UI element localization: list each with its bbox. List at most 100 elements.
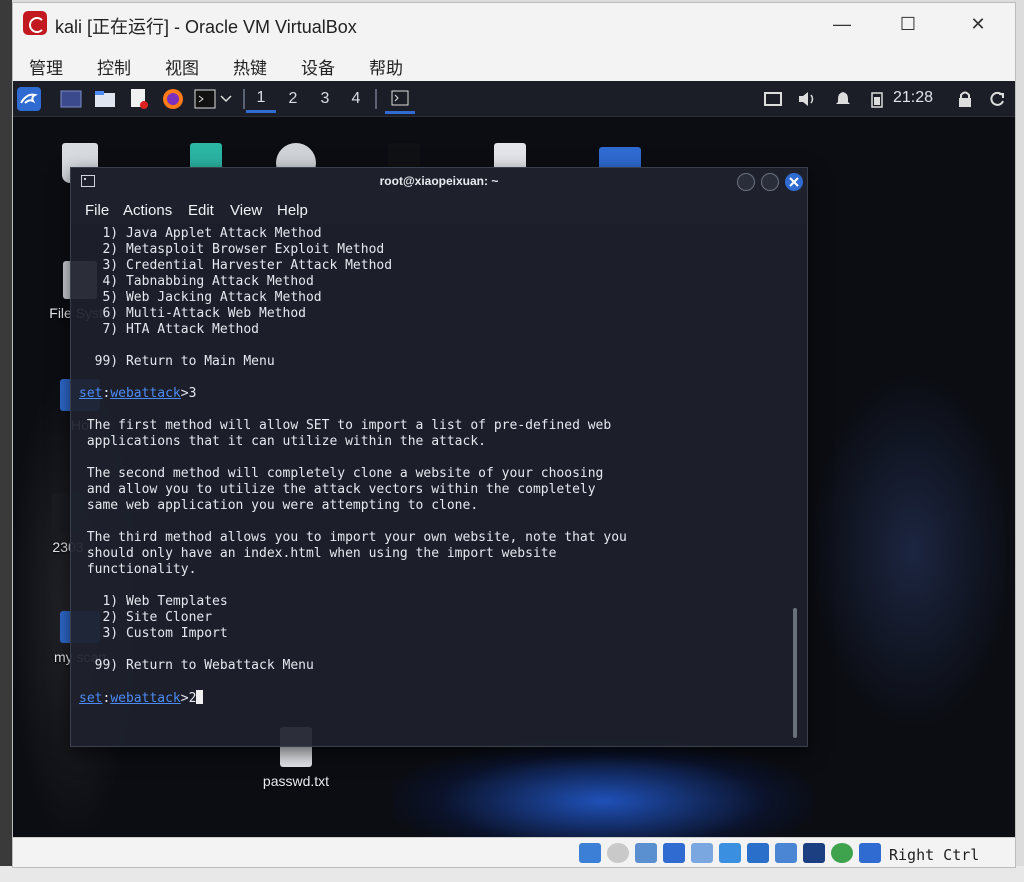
desktop-icon-label: passwd.txt: [262, 773, 330, 789]
kali-top-panel: 1 2 3 4 21:28: [13, 81, 1015, 117]
terminal-line: and allow you to utilize the attack vect…: [79, 482, 596, 497]
recording-status-icon[interactable]: [775, 843, 797, 863]
host-desktop-edge: [0, 0, 12, 882]
workspace-2[interactable]: 2: [278, 85, 308, 113]
close-icon: [789, 177, 799, 187]
terminal-line: 3) Custom Import: [79, 626, 228, 641]
host-desktop-bottom: [0, 866, 1024, 882]
terminal-line: same web application you were attempting…: [79, 498, 479, 513]
volume-icon[interactable]: [795, 87, 819, 111]
workspace-4[interactable]: 4: [341, 85, 371, 113]
guest-screen[interactable]: 1 2 3 4 21:28 File 2303 my passwd.txt ro…: [13, 81, 1015, 837]
terminal-line: The second method will completely clone …: [79, 466, 604, 481]
terminal-line: 2) Metasploit Browser Exploit Method: [79, 242, 385, 257]
workspace-1[interactable]: 1: [246, 85, 276, 113]
maximize-button[interactable]: ☐: [885, 9, 931, 39]
workspace-3[interactable]: 3: [310, 85, 340, 113]
wallpaper-shape: [793, 341, 1015, 761]
terminal-line: 1) Web Templates: [79, 594, 228, 609]
terminal-output[interactable]: 1) Java Applet Attack Method 2) Metasplo…: [79, 226, 791, 742]
optical-drive-status-icon[interactable]: [607, 843, 629, 863]
terminal-prompt: set:webattack>3: [79, 386, 791, 402]
terminal-launcher-icon[interactable]: [193, 87, 217, 111]
terminal-line: 2) Site Cloner: [79, 610, 213, 625]
host-key-label: Right Ctrl: [889, 846, 980, 864]
menu-help[interactable]: 帮助: [369, 54, 403, 79]
menu-devices[interactable]: 设备: [301, 54, 335, 79]
menu-control[interactable]: 控制: [97, 54, 131, 79]
panel-separator: [375, 89, 377, 109]
terminal-close-button[interactable]: [785, 173, 803, 191]
terminal-line: The third method allows you to import yo…: [79, 530, 627, 545]
terminal-line: 6) Multi-Attack Web Method: [79, 306, 306, 321]
terminal-window[interactable]: root@xiaopeixuan: ~ File Actions Edit Vi…: [70, 167, 808, 747]
text-editor-icon[interactable]: [127, 87, 151, 111]
keyboard-capture-status-icon[interactable]: [859, 843, 881, 863]
terminal-line: 3) Credential Harvester Attack Method: [79, 258, 393, 273]
lock-icon[interactable]: [953, 87, 977, 111]
window-titlebar: kali [正在运行] - Oracle VM VirtualBox — ☐ ✕: [13, 3, 1015, 45]
terminal-menu-view[interactable]: View: [230, 202, 262, 219]
usb-status-icon[interactable]: [691, 843, 713, 863]
terminal-line: 99) Return to Main Menu: [79, 354, 275, 369]
file-manager-icon[interactable]: [93, 87, 117, 111]
virtualization-status-icon[interactable]: [803, 843, 825, 863]
panel-separator: [243, 89, 245, 109]
panel-clock[interactable]: 21:28: [893, 89, 933, 107]
terminal-line: 1) Java Applet Attack Method: [79, 226, 322, 241]
terminal-line: The first method will allow SET to impor…: [79, 418, 612, 433]
terminal-minimize-button[interactable]: [737, 173, 755, 191]
terminal-scrollbar[interactable]: [793, 608, 797, 738]
taskbar-terminal-icon[interactable]: [385, 84, 415, 114]
power-refresh-icon[interactable]: [985, 87, 1009, 111]
menu-view[interactable]: 视图: [165, 54, 199, 79]
terminal-maximize-button[interactable]: [761, 173, 779, 191]
terminal-line: functionality.: [79, 562, 197, 577]
terminal-menu-file[interactable]: File: [85, 202, 109, 219]
terminal-line: 4) Tabnabbing Attack Method: [79, 274, 314, 289]
network-status-icon[interactable]: [663, 843, 685, 863]
menu-manage[interactable]: 管理: [29, 54, 63, 79]
shared-folders-status-icon[interactable]: [719, 843, 741, 863]
text-cursor: [196, 690, 204, 704]
terminal-prompt[interactable]: set:webattack>2: [79, 690, 791, 707]
screen-lock-indicator-icon[interactable]: [761, 87, 785, 111]
prompt-set: set: [79, 386, 103, 401]
kali-menu-icon[interactable]: [17, 87, 41, 111]
mouse-integration-status-icon[interactable]: [831, 843, 853, 863]
terminal-menu-help[interactable]: Help: [277, 202, 308, 219]
window-title: kali [正在运行] - Oracle VM VirtualBox: [55, 17, 357, 37]
wallpaper-glow: [393, 741, 813, 837]
display-status-icon[interactable]: [747, 843, 769, 863]
virtualbox-logo-icon: [23, 11, 47, 35]
menu-hotkeys[interactable]: 热键: [233, 54, 267, 79]
terminal-line: 5) Web Jacking Attack Method: [79, 290, 322, 305]
show-desktop-icon[interactable]: [59, 87, 83, 111]
virtualbox-window: kali [正在运行] - Oracle VM VirtualBox — ☐ ✕…: [12, 2, 1016, 868]
notifications-bell-icon[interactable]: [831, 87, 855, 111]
terminal-titlebar[interactable]: root@xiaopeixuan: ~: [71, 168, 807, 196]
vbox-statusbar: Right Ctrl: [13, 837, 1015, 867]
battery-icon[interactable]: [865, 87, 889, 111]
audio-status-icon[interactable]: [635, 843, 657, 863]
close-button[interactable]: ✕: [955, 9, 1001, 39]
hard-disk-status-icon[interactable]: [579, 843, 601, 863]
terminal-menu-actions[interactable]: Actions: [123, 202, 172, 219]
prompt-input: >2: [180, 691, 197, 706]
terminal-menu-edit[interactable]: Edit: [188, 202, 214, 219]
minimize-button[interactable]: —: [819, 9, 865, 39]
prompt-input: >3: [180, 386, 197, 401]
firefox-icon[interactable]: [161, 87, 185, 111]
terminal-title: root@xiaopeixuan: ~: [379, 174, 499, 188]
terminal-line: applications that it can utilize within …: [79, 434, 486, 449]
chevron-down-icon[interactable]: [218, 87, 234, 111]
vbox-menubar: 管理 控制 视图 热键 设备 帮助: [13, 47, 1015, 81]
